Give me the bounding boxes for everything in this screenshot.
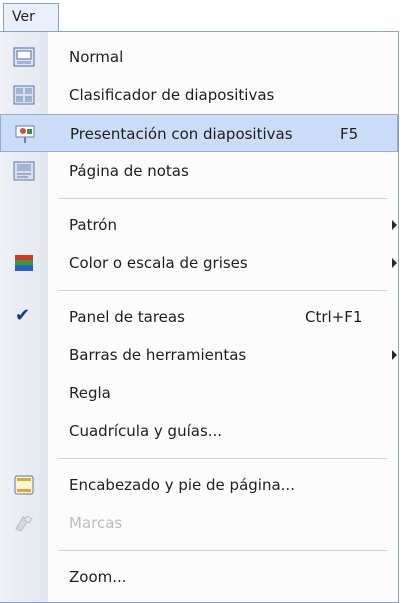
menu-item-ruler[interactable]: Regla: [0, 374, 398, 412]
slide-sorter-icon: [13, 85, 35, 105]
submenu-arrow-icon: [392, 220, 397, 230]
checkmark-icon: ✔: [15, 305, 31, 326]
menu-item-normal[interactable]: Normal: [0, 38, 398, 76]
menu-item-label: Marcas: [69, 514, 123, 532]
notes-page-icon: [13, 161, 35, 181]
normal-view-icon: [13, 47, 35, 67]
menu-item-label: Regla: [69, 384, 111, 402]
markup-icon: [15, 515, 33, 532]
menu-item-header-footer[interactable]: Encabezado y pie de página...: [0, 466, 398, 504]
view-dropdown-menu: Normal Clasificador de diapositivas Pres…: [0, 31, 399, 603]
menu-separator: [58, 198, 388, 199]
menu-item-zoom[interactable]: Zoom...: [0, 558, 398, 596]
menu-item-label: Normal: [69, 48, 124, 66]
color-grayscale-icon: [15, 255, 33, 271]
menu-item-label: Cuadrícula y guías...: [69, 422, 223, 440]
menu-item-label: Encabezado y pie de página...: [69, 476, 295, 494]
menu-separator: [58, 458, 388, 459]
menu-item-label: Patrón: [69, 216, 117, 234]
menu-item-toolbars[interactable]: Barras de herramientas: [0, 336, 398, 374]
submenu-arrow-icon: [392, 258, 397, 268]
menu-item-label: Clasificador de diapositivas: [69, 86, 275, 104]
shortcut-label: F5: [340, 125, 359, 143]
slideshow-icon: [15, 125, 35, 143]
menu-item-grid-guides[interactable]: Cuadrícula y guías...: [0, 412, 398, 450]
menu-bar: Ver: [0, 0, 403, 34]
menu-item-label: Página de notas: [69, 162, 189, 180]
submenu-arrow-icon: [392, 350, 397, 360]
menu-item-master[interactable]: Patrón: [0, 206, 398, 244]
menu-item-markup: Marcas: [0, 504, 398, 542]
menu-item-slideshow[interactable]: Presentación con diapositivas F5: [0, 114, 398, 152]
menu-item-slide-sorter[interactable]: Clasificador de diapositivas: [0, 76, 398, 114]
menu-item-label: Panel de tareas: [69, 308, 185, 326]
menu-item-color-grayscale[interactable]: Color o escala de grises: [0, 244, 398, 282]
menu-item-notes-page[interactable]: Página de notas: [0, 152, 398, 190]
menu-separator: [58, 550, 388, 551]
menu-ver[interactable]: Ver: [3, 3, 59, 31]
menu-separator: [58, 290, 388, 291]
menu-item-label: Color o escala de grises: [69, 254, 248, 272]
menu-item-label: Presentación con diapositivas: [70, 125, 293, 143]
menu-item-task-pane[interactable]: ✔ Panel de tareas Ctrl+F1: [0, 298, 398, 336]
menu-item-label: Zoom...: [69, 568, 127, 586]
header-footer-icon: [14, 475, 34, 495]
menu-item-label: Barras de herramientas: [69, 346, 247, 364]
shortcut-label: Ctrl+F1: [305, 308, 363, 326]
